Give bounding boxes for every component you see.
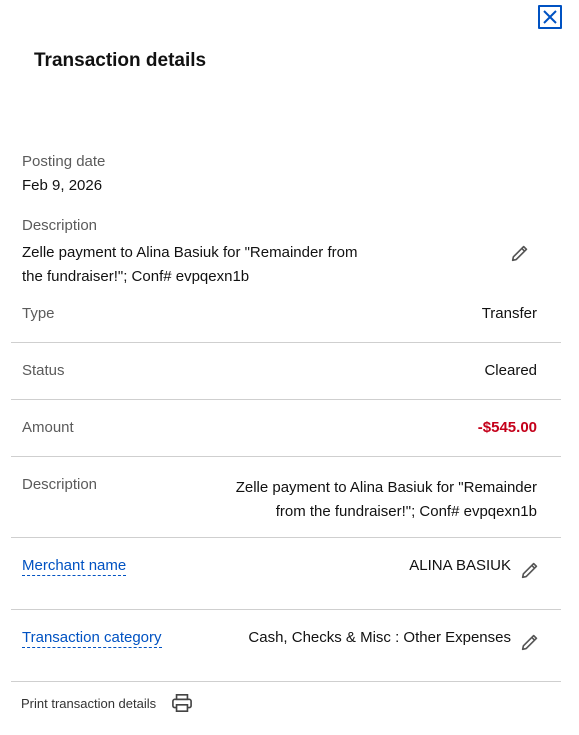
- status-value: Cleared: [484, 362, 537, 379]
- merchant-label-wrap: Merchant name: [22, 557, 127, 576]
- divider: [11, 609, 561, 610]
- description-label: Description: [22, 217, 98, 234]
- transaction-category-link[interactable]: Transaction category: [22, 629, 162, 648]
- divider: [11, 537, 561, 538]
- close-button[interactable]: [538, 5, 562, 29]
- divider: [11, 456, 561, 457]
- merchant-name-link[interactable]: Merchant name: [22, 557, 127, 576]
- amount-label: Amount: [22, 419, 74, 436]
- category-value: Cash, Checks & Misc : Other Expenses: [248, 629, 511, 646]
- printer-icon: [172, 694, 193, 712]
- print-label: Print transaction details: [21, 695, 157, 711]
- pencil-icon[interactable]: [519, 559, 541, 581]
- divider: [11, 342, 561, 343]
- merchant-value: ALINA BASIUK: [409, 557, 511, 574]
- description-value: Zelle payment to Alina Basiuk for "Remai…: [22, 241, 357, 289]
- status-label: Status: [22, 362, 65, 379]
- page-title: Transaction details: [34, 50, 207, 71]
- divider: [11, 681, 561, 682]
- posting-date-value: Feb 9, 2026: [22, 177, 103, 194]
- type-label: Type: [22, 305, 55, 322]
- pencil-icon[interactable]: [509, 242, 531, 264]
- description-row-label: Description: [22, 476, 98, 493]
- divider: [11, 399, 561, 400]
- description-row-value: Zelle payment to Alina Basiuk for "Remai…: [236, 476, 537, 524]
- description-line-1: Zelle payment to Alina Basiuk for "Remai…: [22, 244, 358, 261]
- print-transaction-button[interactable]: Print transaction details: [21, 693, 193, 713]
- description-line-2: the fundraiser!"; Conf# evpqexn1b: [22, 268, 250, 285]
- description-row-line-1: Zelle payment to Alina Basiuk for "Remai…: [235, 479, 537, 496]
- amount-value: -$545.00: [477, 419, 537, 436]
- posting-date-label: Posting date: [22, 153, 106, 170]
- type-value: Transfer: [481, 305, 537, 322]
- description-row-line-2: from the fundraiser!"; Conf# evpqexn1b: [275, 503, 537, 520]
- close-icon: [543, 10, 557, 24]
- pencil-icon[interactable]: [519, 631, 541, 653]
- category-label-wrap: Transaction category: [22, 629, 162, 648]
